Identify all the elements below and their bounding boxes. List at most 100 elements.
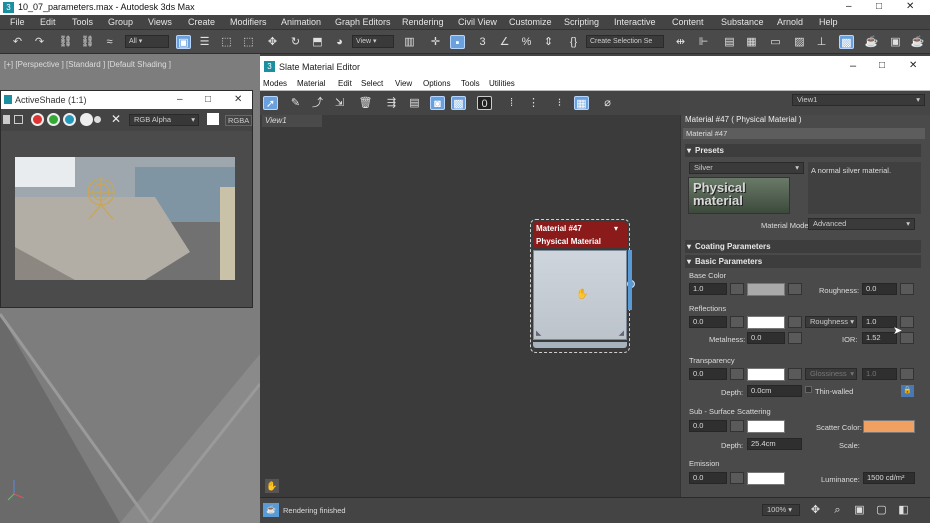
activeshade-close-button[interactable]: ✕ — [234, 94, 242, 105]
sme-minimize-button[interactable]: – — [850, 60, 856, 72]
sme-menu-modes[interactable]: Modes — [263, 79, 287, 88]
close-button[interactable]: ✕ — [906, 1, 914, 12]
sme-menu-select[interactable]: Select — [361, 79, 383, 88]
reflections-weight-map-button[interactable] — [730, 316, 744, 328]
sme-menu-material[interactable]: Material — [297, 79, 325, 88]
viewport-label[interactable]: [+] [Perspective ] [Standard ] [Default … — [4, 60, 171, 69]
schematic-view-icon[interactable]: ⊥ — [814, 35, 829, 49]
move-children-icon[interactable]: ⇶ — [384, 96, 399, 110]
channel-dropdown[interactable]: RGB Alpha ▾ — [129, 114, 199, 126]
menu-views[interactable]: Views — [148, 17, 172, 27]
sss-weight-spinner[interactable]: 0.0 — [689, 420, 727, 432]
scene-explorer-icon[interactable]: ▤ — [722, 35, 737, 49]
material-editor-icon[interactable]: ▩ — [839, 35, 854, 49]
layout-all-icon[interactable]: ⁞ — [504, 96, 519, 110]
transparency-mode-dropdown[interactable]: Glossiness ▾ — [805, 368, 857, 380]
preset-dropdown[interactable]: Silver ▾ — [689, 162, 804, 174]
menu-help[interactable]: Help — [819, 17, 838, 27]
clear-icon[interactable]: ✕ — [111, 112, 121, 126]
reflections-weight-spinner[interactable]: 0.0 — [689, 316, 727, 328]
scatter-color-swatch[interactable] — [863, 420, 915, 433]
layout-children-icon[interactable]: ⋮ — [526, 96, 541, 110]
layer-explorer-icon[interactable]: ▦ — [744, 35, 759, 49]
red-channel-icon[interactable] — [31, 113, 44, 126]
view-dropdown[interactable]: View1 ▾ — [792, 94, 925, 106]
transparency-color-swatch[interactable] — [747, 368, 785, 381]
pick-material-icon[interactable]: ✎ — [288, 96, 303, 110]
activeshade-minimize-button[interactable]: – — [177, 94, 183, 105]
percent-snap-icon[interactable]: % — [519, 35, 534, 49]
reflections-color-map-button[interactable] — [788, 316, 802, 328]
menu-scripting[interactable]: Scripting — [564, 17, 599, 27]
view-tab[interactable]: View1 — [262, 115, 322, 127]
activeshade-maximize-button[interactable]: □ — [205, 94, 211, 105]
material-id-icon[interactable]: 0 — [477, 96, 492, 110]
unlink-icon[interactable]: ⛓ — [80, 35, 95, 49]
thin-walled-checkbox[interactable] — [805, 386, 812, 393]
hide-unused-icon[interactable]: ▤ — [407, 96, 422, 110]
menu-graph-editors[interactable]: Graph Editors — [335, 17, 391, 27]
show-background-icon[interactable]: ▩ — [451, 96, 466, 110]
select-by-name-icon[interactable]: ☰ — [197, 35, 212, 49]
navigator-icon[interactable]: ◧ — [896, 503, 911, 517]
rotate-icon[interactable]: ↻ — [288, 35, 303, 49]
transparency-weight-spinner[interactable]: 0.0 — [689, 368, 727, 380]
select-tool-icon[interactable]: ➚ — [263, 96, 278, 110]
node-view[interactable]: View1 Material #47 Physical Material ▾ ◣… — [260, 115, 680, 523]
pivot-icon[interactable]: ▥ — [402, 35, 417, 49]
bind-space-warp-icon[interactable]: ≈ — [102, 35, 117, 49]
maximize-button[interactable]: □ — [876, 1, 882, 12]
ribbon-icon[interactable]: ▭ — [768, 35, 783, 49]
show-map-icon[interactable]: ◙ — [430, 96, 445, 110]
menu-content[interactable]: Content — [672, 17, 704, 27]
angle-snap-icon[interactable]: ∠ — [497, 35, 512, 49]
move-icon[interactable]: ✥ — [265, 35, 280, 49]
redo-icon[interactable]: ↷ — [32, 35, 47, 49]
sme-menu-view[interactable]: View — [395, 79, 412, 88]
sme-menu-tools[interactable]: Tools — [461, 79, 480, 88]
menu-substance[interactable]: Substance — [721, 17, 764, 27]
menu-edit[interactable]: Edit — [40, 17, 56, 27]
minimize-button[interactable]: – — [846, 1, 852, 12]
menu-arnold[interactable]: Arnold — [777, 17, 803, 27]
render-production-icon[interactable]: ☕ — [910, 35, 925, 49]
alpha-channel-icon[interactable] — [94, 116, 101, 123]
sss-weight-map-button[interactable] — [730, 420, 744, 432]
rect-region-icon[interactable]: ⬚ — [219, 35, 234, 49]
sme-close-button[interactable]: ✕ — [909, 60, 917, 71]
selection-filter-dropdown[interactable]: All ▾ — [125, 35, 169, 48]
zoom-extents-icon[interactable]: ▣ — [852, 503, 867, 517]
base-color-swatch[interactable] — [747, 283, 785, 296]
sme-menu-utilities[interactable]: Utilities — [489, 79, 515, 88]
menu-file[interactable]: File — [10, 17, 25, 27]
metalness-spinner[interactable]: 0.0 — [747, 332, 785, 344]
link-icon[interactable]: ⛓ — [58, 35, 73, 49]
select-manipulate-icon[interactable]: ✛ — [428, 35, 443, 49]
menu-create[interactable]: Create — [188, 17, 215, 27]
sme-menu-edit[interactable]: Edit — [338, 79, 352, 88]
emission-weight-spinner[interactable]: 0.0 — [689, 472, 727, 484]
emission-color-swatch[interactable] — [747, 472, 785, 485]
material-node[interactable]: Material #47 Physical Material ▾ ◣ ◢ ✋ — [530, 219, 635, 353]
snaps-toggle-icon[interactable]: 3 — [475, 35, 490, 49]
ior-spinner[interactable]: 1.52 — [862, 332, 897, 344]
align-icon[interactable]: ⊩ — [696, 35, 711, 49]
sss-depth-spinner[interactable]: 25.4cm — [747, 438, 802, 450]
sme-maximize-button[interactable]: □ — [879, 60, 885, 71]
sme-menu-options[interactable]: Options — [423, 79, 451, 88]
pan-icon[interactable]: ✥ — [808, 503, 823, 517]
menu-tools[interactable]: Tools — [72, 17, 93, 27]
scale-icon[interactable]: ⬒ — [310, 35, 325, 49]
green-channel-icon[interactable] — [47, 113, 60, 126]
metalness-map-button[interactable] — [788, 332, 802, 344]
select-by-material-icon[interactable]: ⌀ — [600, 96, 615, 110]
base-weight-spinner[interactable]: 1.0 — [689, 283, 727, 295]
render-setup-icon[interactable]: ☕ — [864, 35, 879, 49]
base-roughness-spinner[interactable]: 0.0 — [862, 283, 897, 295]
transparency-value-spinner[interactable]: 1.0 — [862, 368, 897, 380]
mirror-icon[interactable]: ⇹ — [673, 35, 688, 49]
sss-color-swatch[interactable] — [747, 420, 785, 433]
rendered-frame-icon[interactable]: ▣ — [888, 35, 903, 49]
menu-customize[interactable]: Customize — [509, 17, 552, 27]
transparency-value-map-button[interactable] — [900, 368, 914, 380]
